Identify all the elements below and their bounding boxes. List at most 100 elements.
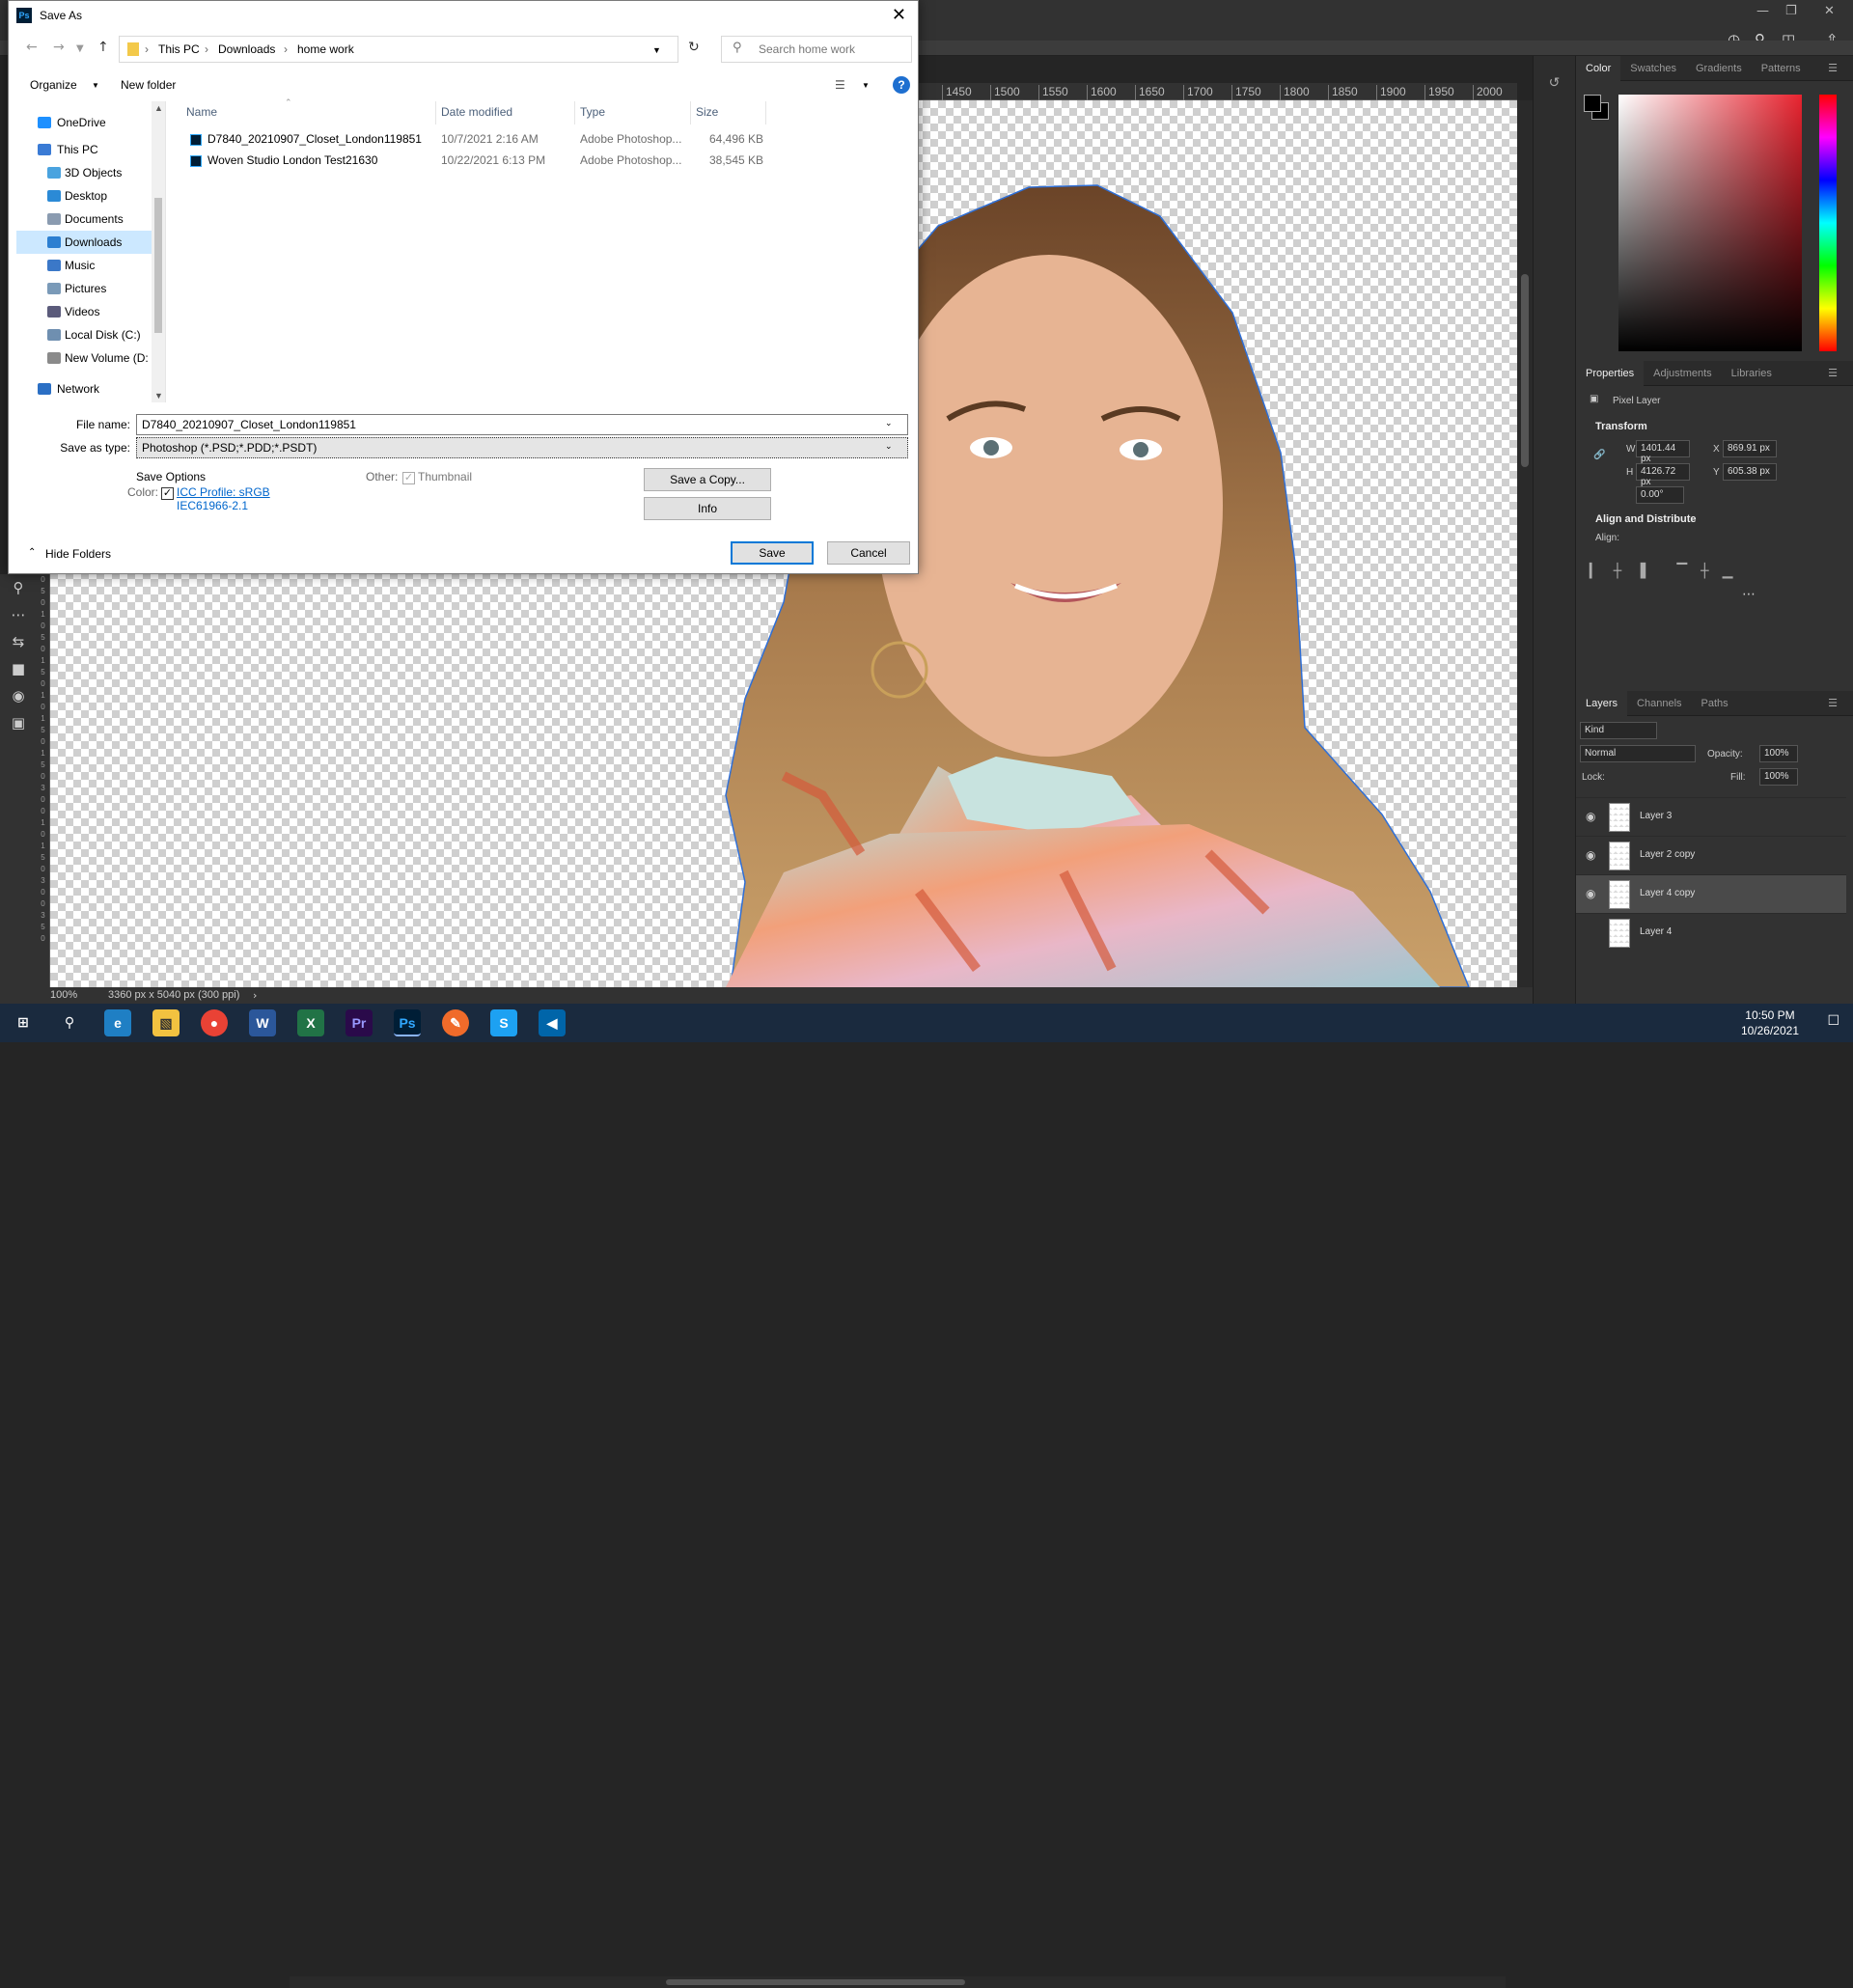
history-icon[interactable]: ↺ xyxy=(1534,75,1575,91)
opacity-field[interactable]: 100% xyxy=(1759,745,1798,762)
file-row[interactable]: D7840_20210907_Closet_London119851 10/7/2… xyxy=(173,128,771,148)
icc-profile-link[interactable]: ICC Profile: sRGB xyxy=(177,485,270,499)
tab-color[interactable]: Color xyxy=(1576,56,1621,81)
tab-channels[interactable]: Channels xyxy=(1627,691,1691,716)
nav-item[interactable]: This PC xyxy=(16,138,152,161)
hue-slider[interactable] xyxy=(1819,95,1837,351)
help-icon[interactable]: ? xyxy=(893,76,910,94)
premiere-icon[interactable]: Pr xyxy=(346,1009,373,1036)
column-type[interactable]: Type xyxy=(580,105,605,119)
nav-item[interactable]: Music xyxy=(16,254,152,277)
nav-item[interactable]: 3D Objects xyxy=(16,161,152,184)
forward-icon[interactable]: → xyxy=(53,40,65,55)
scroll-thumb[interactable] xyxy=(1521,274,1529,467)
new-folder-button[interactable]: New folder xyxy=(121,78,176,92)
chevron-down-icon[interactable]: ▼ xyxy=(154,391,163,400)
color-field[interactable] xyxy=(1618,95,1802,351)
address-bar[interactable]: › This PC › Downloads › home work ▼ xyxy=(119,36,678,63)
layer-row[interactable]: ◉ Layer 3 xyxy=(1576,797,1846,836)
angle-field[interactable]: 0.00° xyxy=(1636,486,1684,504)
taskbar-clock[interactable]: 10:50 PM 10/26/2021 xyxy=(1741,1008,1799,1038)
file-row[interactable]: Woven Studio London Test21630 10/22/2021 … xyxy=(173,150,771,169)
nav-item[interactable]: OneDrive xyxy=(16,111,152,134)
crumb-home-work[interactable]: home work xyxy=(297,42,354,56)
align-icons[interactable]: ▎┼▐ ▔┼▁ xyxy=(1590,564,1746,579)
view-options-icon[interactable]: ☰ xyxy=(835,78,845,92)
width-field[interactable]: 1401.44 px xyxy=(1636,440,1690,464)
save-button[interactable]: Save xyxy=(731,541,814,565)
fill-field[interactable]: 100% xyxy=(1759,768,1798,786)
more-options-icon[interactable]: ⋯ xyxy=(1742,587,1756,602)
panel-menu-icon[interactable]: ☰ xyxy=(1818,691,1847,716)
more-tools-icon[interactable]: ⋯ xyxy=(0,601,37,628)
info-button[interactable]: Info xyxy=(644,497,771,520)
organize-button[interactable]: Organize xyxy=(30,78,77,92)
refresh-icon[interactable]: ↻ xyxy=(688,40,700,55)
layer-row[interactable]: ◉ Layer 4 copy xyxy=(1576,874,1846,913)
scroll-thumb[interactable] xyxy=(666,1979,965,1985)
chevron-down-icon[interactable]: ▼ xyxy=(862,81,870,90)
crumb-downloads[interactable]: Downloads xyxy=(218,42,275,56)
tab-libraries[interactable]: Libraries xyxy=(1722,361,1782,386)
eye-icon[interactable]: ◉ xyxy=(1586,848,1595,862)
chevron-up-icon[interactable]: ⌃ xyxy=(28,547,36,558)
nav-item[interactable]: Desktop xyxy=(16,184,152,207)
tab-patterns[interactable]: Patterns xyxy=(1752,56,1811,81)
color-swatch-icon[interactable]: ■ xyxy=(0,655,37,682)
vscode-icon[interactable]: ◀ xyxy=(539,1009,566,1036)
hide-folders-button[interactable]: Hide Folders xyxy=(45,547,111,561)
tab-paths[interactable]: Paths xyxy=(1692,691,1738,716)
minimize-icon[interactable]: — xyxy=(1756,4,1769,18)
tab-gradients[interactable]: Gradients xyxy=(1686,56,1752,81)
skype-icon[interactable]: S xyxy=(490,1009,517,1036)
close-icon[interactable]: ✕ xyxy=(892,1,906,30)
save-type-select[interactable]: Photoshop (*.PSD;*.PDD;*.PSDT) xyxy=(136,437,908,458)
x-field[interactable]: 869.91 px xyxy=(1723,440,1777,457)
photoshop-icon[interactable]: Ps xyxy=(394,1009,421,1036)
column-date[interactable]: Date modified xyxy=(441,105,512,119)
layer-row[interactable]: ◉ Layer 2 copy xyxy=(1576,836,1846,874)
align-header[interactable]: Align and Distribute xyxy=(1595,513,1697,525)
transform-header[interactable]: Transform xyxy=(1595,421,1647,432)
notification-icon[interactable]: ☐ xyxy=(1827,1013,1839,1029)
file-explorer-icon[interactable]: ▧ xyxy=(152,1009,180,1036)
cancel-button[interactable]: Cancel xyxy=(827,541,910,565)
zoom-tool-icon[interactable]: ⚲ xyxy=(0,574,37,601)
screen-mode-icon[interactable]: ▣ xyxy=(0,709,37,736)
tab-adjustments[interactable]: Adjustments xyxy=(1644,361,1722,386)
panel-menu-icon[interactable]: ☰ xyxy=(1818,361,1847,386)
app-icon[interactable]: ✎ xyxy=(442,1009,469,1036)
nav-item[interactable]: Downloads xyxy=(16,231,152,254)
thumbnail-checkbox[interactable]: ✓ xyxy=(402,472,415,484)
start-icon[interactable]: ⊞ xyxy=(10,1009,37,1036)
nav-scrollbar[interactable]: ▲ ▼ xyxy=(152,101,165,402)
crumb-this-pc[interactable]: This PC xyxy=(158,42,200,56)
canvas-vertical-scrollbar[interactable] xyxy=(1517,100,1533,987)
nav-item[interactable]: Videos xyxy=(16,300,152,323)
eye-icon[interactable]: ◉ xyxy=(1586,887,1595,900)
file-name-field[interactable]: D7840_20210907_Closet_London119851 xyxy=(136,414,908,435)
foreground-color[interactable] xyxy=(1584,95,1601,112)
nav-item[interactable]: Pictures xyxy=(16,277,152,300)
search-icon[interactable]: ⚲ xyxy=(56,1009,83,1036)
recent-icon[interactable]: ▼ xyxy=(76,43,84,54)
icc-profile-checkbox[interactable]: ✓ xyxy=(161,487,174,500)
chevron-down-icon[interactable]: ⌄ xyxy=(885,441,893,452)
chevron-down-icon[interactable]: ▼ xyxy=(92,81,99,90)
column-size[interactable]: Size xyxy=(696,105,718,119)
swap-colors-icon[interactable]: ⇆ xyxy=(0,628,37,655)
blend-mode-select[interactable]: Normal xyxy=(1580,745,1696,762)
eye-icon[interactable]: ◉ xyxy=(1586,810,1595,823)
column-name[interactable]: Name xyxy=(186,105,217,119)
nav-item[interactable]: New Volume (D: xyxy=(16,346,152,370)
search-input[interactable]: Search home work xyxy=(721,36,912,63)
save-copy-button[interactable]: Save a Copy... xyxy=(644,468,771,491)
kind-filter[interactable]: Kind xyxy=(1580,722,1657,739)
chevron-up-icon[interactable]: ▲ xyxy=(154,103,163,113)
chevron-down-icon[interactable]: ▼ xyxy=(652,45,661,55)
excel-icon[interactable]: X xyxy=(297,1009,324,1036)
back-icon[interactable]: ← xyxy=(26,40,38,55)
up-icon[interactable]: ↑ xyxy=(97,40,109,55)
tab-properties[interactable]: Properties xyxy=(1576,361,1645,386)
status-menu-icon[interactable]: › xyxy=(253,989,257,1002)
